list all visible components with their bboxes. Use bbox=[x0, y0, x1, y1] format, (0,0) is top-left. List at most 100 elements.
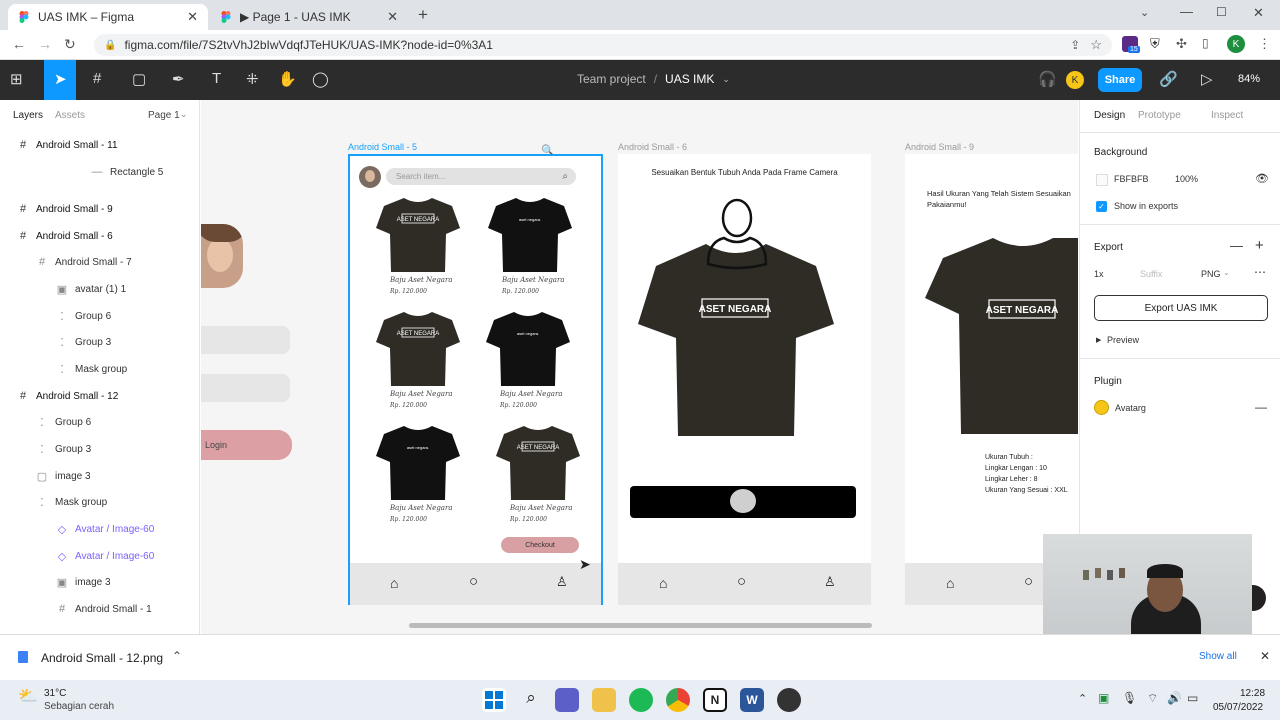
layer-row[interactable]: ⁚ Group 3 bbox=[35, 436, 91, 462]
figma-menu-icon[interactable]: ⊞ bbox=[10, 70, 23, 88]
bg-opacity-input[interactable]: 100% bbox=[1175, 174, 1198, 184]
user-avatar[interactable]: K bbox=[1066, 71, 1084, 89]
design-canvas[interactable]: Login Android Small - 5 🔍 Search item...… bbox=[201, 100, 1078, 634]
layer-row[interactable]: ◇ Avatar / Image-60 bbox=[55, 543, 155, 569]
layer-row[interactable]: — Rectangle 5 bbox=[90, 159, 164, 185]
weather-desc[interactable]: Sebagian cerah bbox=[44, 701, 114, 712]
chevron-down-icon[interactable]: ⌄ bbox=[722, 74, 730, 86]
close-window-icon[interactable]: ✕ bbox=[1253, 5, 1264, 21]
obs-icon[interactable] bbox=[777, 688, 801, 712]
share-button[interactable]: Share bbox=[1098, 68, 1142, 92]
product-shirt-image[interactable]: ASET NEGARA bbox=[376, 194, 460, 272]
file-explorer-icon[interactable] bbox=[592, 688, 616, 712]
product-shirt-image[interactable]: aset negara. bbox=[376, 422, 460, 500]
color-swatch[interactable] bbox=[1096, 174, 1108, 186]
caret-right-icon[interactable]: ▶ bbox=[1096, 336, 1101, 344]
puzzle-icon[interactable]: ✣ bbox=[1176, 36, 1187, 52]
chevron-up-icon[interactable]: ⌃ bbox=[172, 649, 182, 663]
layer-row[interactable]: ⁚ Mask group bbox=[35, 489, 107, 515]
product-shirt-image[interactable]: ASET NEGARA bbox=[496, 422, 580, 500]
spotify-icon[interactable] bbox=[629, 688, 653, 712]
volume-icon[interactable]: 🔊 bbox=[1167, 691, 1182, 705]
shutter-button[interactable] bbox=[730, 489, 756, 513]
layer-row[interactable]: # Android Small - 12 bbox=[16, 383, 118, 409]
chevron-down-icon[interactable]: ⌄ bbox=[180, 109, 188, 120]
chevron-down-icon[interactable]: ⌄ bbox=[1223, 268, 1230, 277]
close-tab-icon[interactable]: ✕ bbox=[187, 9, 198, 25]
link-icon[interactable]: 🔗 bbox=[1159, 70, 1178, 88]
address-bar[interactable]: 🔒 figma.com/file/7S2tvVhJ2bIwVdqfJTeHUK/… bbox=[94, 34, 1112, 56]
show-exports-checkbox[interactable]: ✓ bbox=[1096, 201, 1107, 212]
plugin-name[interactable]: Avatarg bbox=[1115, 403, 1146, 413]
show-all-link[interactable]: Show all bbox=[1199, 651, 1237, 662]
frame-label[interactable]: Android Small - 6 bbox=[618, 142, 687, 152]
weather-icon[interactable]: ⛅ bbox=[18, 686, 38, 706]
windows-start-icon[interactable] bbox=[482, 688, 506, 712]
tray-app-icon[interactable]: ▣ bbox=[1098, 691, 1109, 705]
layer-row[interactable]: ⁚ Group 6 bbox=[35, 409, 91, 435]
tab-inspect[interactable]: Inspect bbox=[1211, 110, 1243, 121]
clock-time[interactable]: 12:28 bbox=[1240, 688, 1265, 699]
share-page-icon[interactable]: ⇪ bbox=[1070, 38, 1080, 52]
search-bar[interactable]: Search item... ⌕ bbox=[386, 168, 576, 185]
preview-toggle[interactable]: Preview bbox=[1107, 335, 1139, 345]
search-icon[interactable]: ⌕ bbox=[519, 688, 543, 712]
chat-icon[interactable] bbox=[555, 688, 579, 712]
zoom-level[interactable]: 84% bbox=[1238, 73, 1260, 85]
tab-prototype[interactable]: Prototype bbox=[1138, 110, 1181, 121]
search-icon[interactable]: ○ bbox=[469, 573, 478, 590]
close-tab-icon[interactable]: ✕ bbox=[387, 9, 398, 25]
frame-label[interactable]: Android Small - 9 bbox=[905, 142, 974, 152]
download-file-name[interactable]: Android Small - 12.png bbox=[41, 651, 163, 665]
menu-dots-icon[interactable]: ⋮ bbox=[1258, 36, 1271, 52]
tab-page[interactable]: ▶ Page 1 - UAS IMK ✕ bbox=[210, 4, 408, 30]
frame-label[interactable]: Android Small - 5 bbox=[348, 142, 417, 152]
password-input[interactable] bbox=[201, 374, 290, 402]
clock-date[interactable]: 05/07/2022 bbox=[1213, 702, 1263, 713]
product-shirt-image[interactable]: aset negara. bbox=[486, 308, 570, 386]
tab-assets[interactable]: Assets bbox=[55, 110, 85, 121]
search-icon[interactable]: ○ bbox=[1024, 573, 1033, 590]
horizontal-scrollbar[interactable] bbox=[409, 623, 872, 628]
frame-android-small-5[interactable]: Search item... ⌕ ASET NEGARA Baju Aset Ne… bbox=[348, 154, 603, 605]
eye-icon[interactable]: 👁 bbox=[1255, 172, 1269, 185]
remove-export-icon[interactable]: — bbox=[1230, 238, 1243, 253]
checkout-button[interactable]: Checkout bbox=[501, 537, 579, 553]
breadcrumb-team[interactable]: Team project bbox=[577, 72, 646, 86]
forward-icon[interactable]: → bbox=[38, 36, 52, 52]
maximize-icon[interactable]: ☐ bbox=[1216, 5, 1227, 19]
shield-extension-icon[interactable]: ⛨ bbox=[1150, 36, 1160, 52]
resources-icon[interactable]: ⁜ bbox=[246, 70, 259, 88]
move-tool-icon[interactable]: ➤ bbox=[54, 70, 67, 88]
microphone-icon[interactable]: 🎙 bbox=[1122, 691, 1137, 705]
username-input[interactable] bbox=[201, 326, 290, 354]
present-play-icon[interactable]: ▷ bbox=[1201, 70, 1213, 88]
comment-tool-icon[interactable]: ◯ bbox=[312, 70, 329, 88]
add-export-icon[interactable]: + bbox=[1255, 237, 1264, 254]
tab-search-icon[interactable]: ⌄ bbox=[1140, 6, 1149, 19]
weather-temp[interactable]: 31°C bbox=[44, 688, 66, 699]
home-icon[interactable]: ⌂ bbox=[946, 575, 954, 591]
layer-row[interactable]: # Android Small - 7 bbox=[35, 249, 132, 275]
home-icon[interactable]: ⌂ bbox=[390, 575, 398, 591]
layer-row[interactable]: ⁚ Group 6 bbox=[55, 303, 111, 329]
remove-plugin-icon[interactable]: — bbox=[1255, 400, 1267, 414]
sidepanel-icon[interactable]: ▯ bbox=[1202, 36, 1209, 50]
tab-figma[interactable]: UAS IMK – Figma ✕ bbox=[8, 4, 208, 30]
page-selector[interactable]: Page 1 bbox=[148, 110, 180, 121]
notion-icon[interactable]: N bbox=[703, 688, 727, 712]
export-suffix-input[interactable]: Suffix bbox=[1140, 269, 1162, 279]
rectangle-tool-icon[interactable]: ▢ bbox=[132, 70, 146, 88]
layer-row[interactable]: # Android Small - 11 bbox=[16, 132, 118, 158]
layer-row[interactable]: # Android Small - 6 bbox=[16, 223, 113, 249]
chevron-up-icon[interactable]: ⌃ bbox=[1078, 692, 1087, 705]
profile-icon[interactable]: ♙ bbox=[556, 574, 568, 590]
export-scale[interactable]: 1x bbox=[1094, 269, 1104, 279]
word-icon[interactable]: W bbox=[740, 688, 764, 712]
reload-icon[interactable]: ↻ bbox=[64, 36, 76, 53]
layer-row[interactable]: ▣ image 3 bbox=[55, 569, 111, 595]
new-tab-button[interactable]: + bbox=[418, 5, 428, 25]
search-icon[interactable]: ○ bbox=[737, 573, 746, 590]
search-icon[interactable]: ⌕ bbox=[562, 171, 568, 182]
export-format[interactable]: PNG bbox=[1201, 269, 1221, 279]
